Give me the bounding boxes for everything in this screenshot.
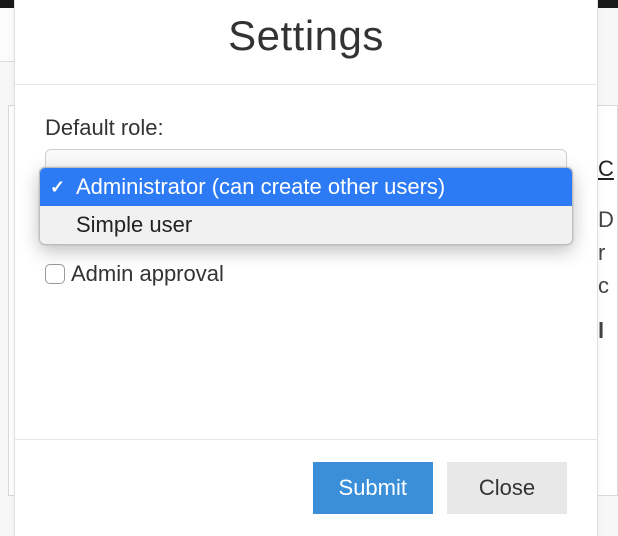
default-role-select[interactable]: ✓ Administrator (can create other users)… (45, 149, 567, 193)
dropdown-option-label: Simple user (76, 212, 560, 238)
close-button[interactable]: Close (447, 462, 567, 514)
admin-approval-checkbox[interactable] (45, 264, 65, 284)
modal-footer: Submit Close (15, 439, 597, 536)
admin-approval-label: Admin approval (71, 261, 224, 287)
settings-modal: Settings Default role: ✓ Administrator (… (14, 0, 598, 536)
checkmark-icon: ✓ (50, 177, 76, 198)
dropdown-option-label: Administrator (can create other users) (76, 174, 560, 200)
bg-header-char: C (598, 152, 618, 185)
background-text-fragment: C D r c l (598, 152, 618, 347)
app-toolbar-fragment (0, 8, 14, 62)
modal-title: Settings (45, 12, 567, 60)
admin-approval-row[interactable]: Admin approval (45, 261, 567, 287)
default-role-dropdown: ✓ Administrator (can create other users)… (39, 167, 573, 245)
submit-button[interactable]: Submit (313, 462, 433, 514)
default-role-label: Default role: (45, 115, 567, 141)
modal-header: Settings (15, 0, 597, 85)
dropdown-option-administrator[interactable]: ✓ Administrator (can create other users) (40, 168, 572, 206)
modal-body: Default role: ✓ Administrator (can creat… (15, 85, 597, 439)
dropdown-option-simple-user[interactable]: ✓ Simple user (40, 206, 572, 244)
